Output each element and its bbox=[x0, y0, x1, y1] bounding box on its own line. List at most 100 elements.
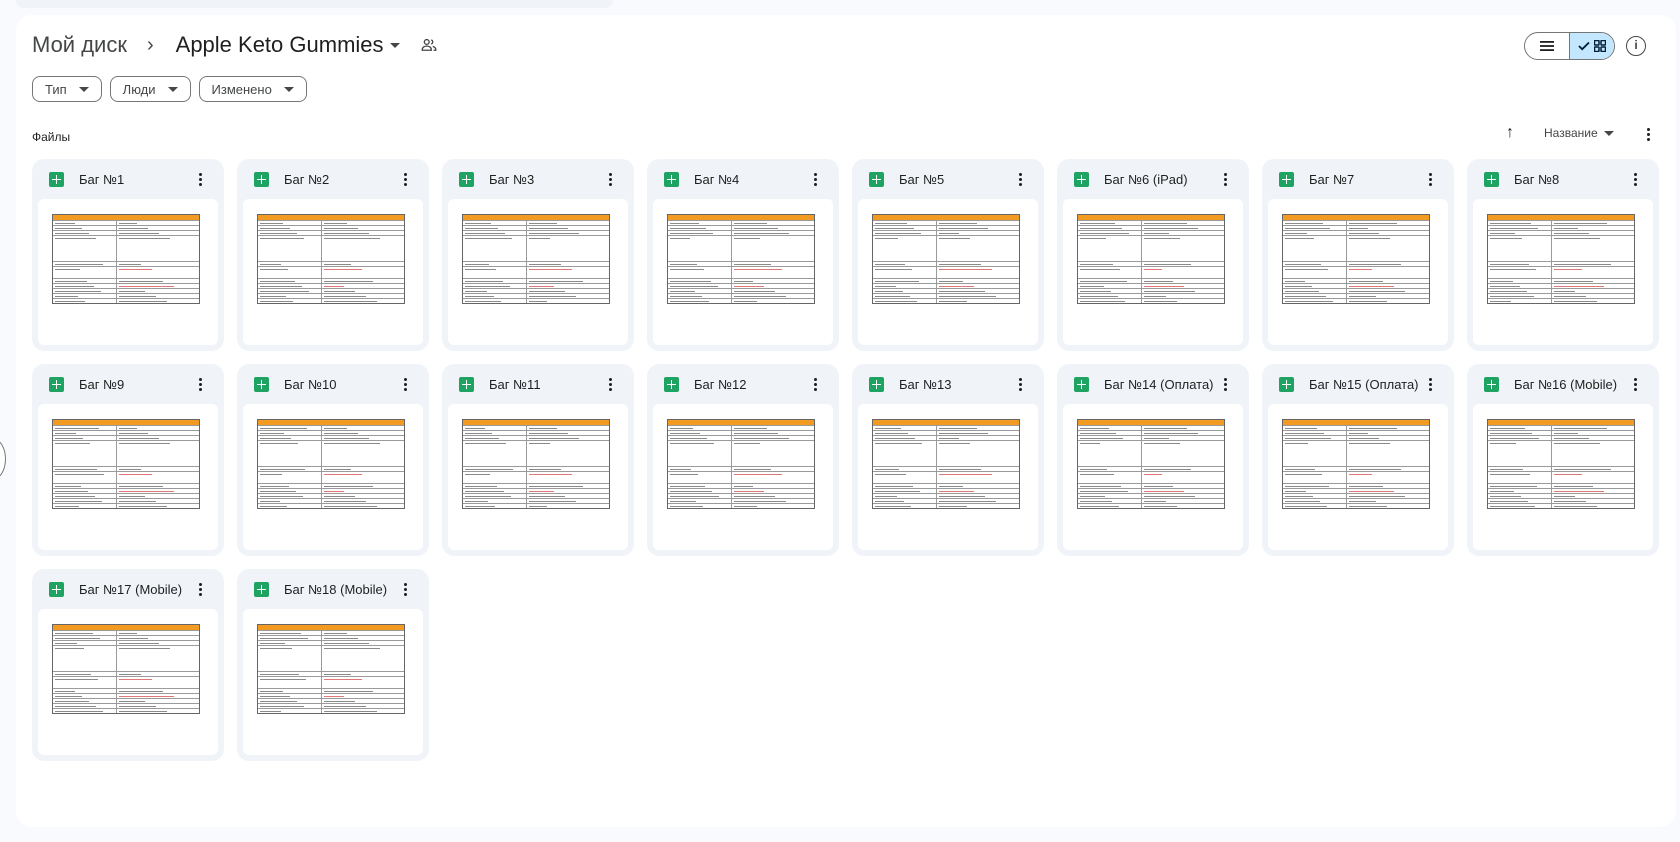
file-card[interactable]: Баг №9 bbox=[32, 364, 224, 556]
spreadsheet-preview bbox=[667, 214, 815, 304]
file-card-header: Баг №2 bbox=[243, 159, 423, 199]
file-card[interactable]: Баг №13 bbox=[852, 364, 1044, 556]
file-card[interactable]: Баг №15 (Оплата) bbox=[1262, 364, 1454, 556]
file-name: Баг №3 bbox=[489, 171, 535, 187]
spreadsheet-preview bbox=[872, 214, 1020, 304]
more-options-icon[interactable] bbox=[395, 579, 415, 599]
more-options-icon[interactable] bbox=[600, 169, 620, 189]
file-thumbnail bbox=[243, 609, 423, 755]
google-sheets-icon bbox=[869, 171, 884, 187]
file-card-header: Баг №3 bbox=[448, 159, 628, 199]
more-options-icon[interactable] bbox=[1010, 169, 1030, 189]
grid-view-button[interactable] bbox=[1569, 33, 1614, 59]
sort-label: Название bbox=[1544, 126, 1598, 140]
file-name: Баг №15 (Оплата) bbox=[1309, 376, 1419, 392]
file-card[interactable]: Баг №16 (Mobile) bbox=[1467, 364, 1659, 556]
previous-panel-edge bbox=[16, 0, 613, 8]
google-sheets-icon bbox=[1484, 376, 1499, 392]
sort-by-name-button[interactable]: Название bbox=[1544, 126, 1614, 140]
file-card[interactable]: Баг №7 bbox=[1262, 159, 1454, 351]
file-name: Баг №11 bbox=[489, 376, 541, 392]
more-options-icon[interactable] bbox=[1010, 374, 1030, 394]
file-card-header: Баг №1 bbox=[38, 159, 218, 199]
breadcrumb-current-folder[interactable]: Apple Keto Gummies bbox=[176, 32, 400, 58]
spreadsheet-preview bbox=[1282, 214, 1430, 304]
file-thumbnail bbox=[1268, 404, 1448, 550]
file-card[interactable]: Баг №12 bbox=[647, 364, 839, 556]
file-name: Баг №9 bbox=[79, 376, 125, 392]
file-card[interactable]: Баг №6 (iPad) bbox=[1057, 159, 1249, 351]
file-grid: Баг №1 Баг №2 Баг №3 Баг №4 Баг №5 Баг №6 (iP… bbox=[32, 159, 1659, 761]
more-options-icon[interactable] bbox=[1215, 169, 1235, 189]
file-name: Баг №13 bbox=[899, 376, 952, 392]
file-card-header: Баг №15 (Оплата) bbox=[1268, 364, 1448, 404]
breadcrumb-my-drive[interactable]: Мой диск bbox=[32, 30, 127, 60]
files-section-heading: Файлы bbox=[32, 130, 71, 144]
file-card[interactable]: Баг №2 bbox=[237, 159, 429, 351]
list-view-button[interactable] bbox=[1525, 33, 1569, 59]
google-sheets-icon bbox=[254, 581, 269, 597]
more-options-icon[interactable] bbox=[395, 169, 415, 189]
more-options-icon[interactable] bbox=[190, 169, 210, 189]
file-thumbnail bbox=[1268, 199, 1448, 345]
more-options-icon[interactable] bbox=[1625, 374, 1645, 394]
file-card[interactable]: Баг №3 bbox=[442, 159, 634, 351]
sort-direction-arrow-icon[interactable]: ↑ bbox=[1506, 124, 1514, 142]
spreadsheet-preview bbox=[52, 624, 200, 714]
google-sheets-icon bbox=[254, 171, 269, 187]
more-options-icon[interactable] bbox=[190, 579, 210, 599]
spreadsheet-preview bbox=[257, 214, 405, 304]
more-options-icon[interactable] bbox=[1420, 374, 1440, 394]
file-card-header: Баг №9 bbox=[38, 364, 218, 404]
more-options-icon[interactable] bbox=[805, 374, 825, 394]
side-panel-handle[interactable] bbox=[0, 439, 6, 479]
filter-chips: Тип Люди Изменено bbox=[32, 76, 307, 102]
file-thumbnail bbox=[448, 199, 628, 345]
file-card[interactable]: Баг №8 bbox=[1467, 159, 1659, 351]
more-options-icon[interactable] bbox=[805, 169, 825, 189]
more-options-icon[interactable] bbox=[1420, 169, 1440, 189]
file-card-header: Баг №11 bbox=[448, 364, 628, 404]
more-options-icon[interactable] bbox=[600, 374, 620, 394]
file-name: Баг №14 (Оплата) bbox=[1104, 376, 1214, 392]
spreadsheet-preview bbox=[462, 419, 610, 509]
shared-people-icon[interactable] bbox=[420, 36, 438, 54]
section-more-options-icon[interactable] bbox=[1638, 124, 1658, 144]
more-options-icon[interactable] bbox=[1215, 374, 1235, 394]
file-thumbnail bbox=[243, 404, 423, 550]
filter-people-chip[interactable]: Люди bbox=[109, 76, 191, 102]
file-name: Баг №7 bbox=[1309, 171, 1355, 187]
spreadsheet-preview bbox=[1487, 419, 1635, 509]
file-thumbnail bbox=[653, 404, 833, 550]
file-card[interactable]: Баг №5 bbox=[852, 159, 1044, 351]
file-thumbnail bbox=[38, 609, 218, 755]
file-card[interactable]: Баг №17 (Mobile) bbox=[32, 569, 224, 761]
file-name: Баг №1 bbox=[79, 171, 125, 187]
file-card[interactable]: Баг №4 bbox=[647, 159, 839, 351]
more-options-icon[interactable] bbox=[1625, 169, 1645, 189]
file-card[interactable]: Баг №18 (Mobile) bbox=[237, 569, 429, 761]
file-card-header: Баг №8 bbox=[1473, 159, 1653, 199]
spreadsheet-preview bbox=[257, 624, 405, 714]
file-card-header: Баг №5 bbox=[858, 159, 1038, 199]
file-card[interactable]: Баг №11 bbox=[442, 364, 634, 556]
file-card[interactable]: Баг №10 bbox=[237, 364, 429, 556]
google-sheets-icon bbox=[664, 376, 679, 392]
grid-icon bbox=[1594, 40, 1606, 52]
file-name: Баг №4 bbox=[694, 171, 740, 187]
more-options-icon[interactable] bbox=[190, 374, 210, 394]
info-icon[interactable]: i bbox=[1626, 36, 1646, 56]
file-card-header: Баг №14 (Оплата) bbox=[1063, 364, 1243, 404]
spreadsheet-preview bbox=[52, 419, 200, 509]
google-sheets-icon bbox=[49, 581, 64, 597]
spreadsheet-preview bbox=[1282, 419, 1430, 509]
file-thumbnail bbox=[858, 404, 1038, 550]
file-card[interactable]: Баг №1 bbox=[32, 159, 224, 351]
google-sheets-icon bbox=[254, 376, 269, 392]
file-card[interactable]: Баг №14 (Оплата) bbox=[1057, 364, 1249, 556]
more-options-icon[interactable] bbox=[395, 374, 415, 394]
google-sheets-icon bbox=[1279, 376, 1294, 392]
google-sheets-icon bbox=[869, 376, 884, 392]
filter-type-chip[interactable]: Тип bbox=[32, 76, 102, 102]
filter-modified-chip[interactable]: Изменено bbox=[198, 76, 307, 102]
